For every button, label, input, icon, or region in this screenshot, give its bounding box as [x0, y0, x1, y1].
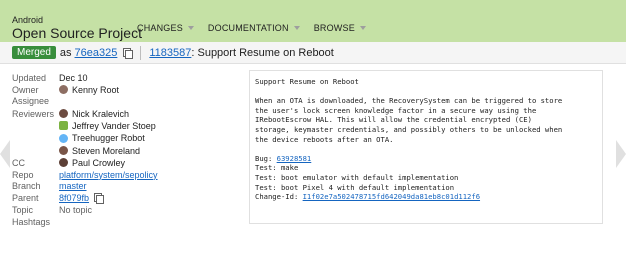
message-body-line: When an OTA is downloaded, the RecoveryS… — [255, 96, 563, 106]
meta-updated: Updated Dec 10 — [12, 72, 158, 84]
meta-owner: Owner Kenny Root — [12, 84, 158, 96]
reviewer-item[interactable]: Jeffrey Vander Stoep — [59, 121, 156, 131]
chevron-down-icon — [187, 26, 194, 30]
change-subheader: Merged as 76ea325 1183587 : Support Resu… — [0, 42, 626, 64]
cc-label: CC — [12, 157, 25, 168]
topic-label: Topic — [12, 205, 34, 216]
nav-browse[interactable]: BROWSE — [314, 23, 366, 33]
test-line: Test: boot emulator with default impleme… — [255, 172, 459, 182]
hashtags-label: Hashtags — [12, 216, 51, 227]
nav-changes[interactable]: CHANGES — [137, 23, 194, 33]
reviewer-row: Treehugger Robot — [12, 132, 158, 144]
updated-label: Updated — [12, 72, 47, 83]
avatar — [59, 109, 68, 119]
avatar — [59, 85, 68, 95]
message-body-line: IRebootEscrow HAL. This will allow the c… — [255, 115, 532, 125]
next-arrow-icon[interactable] — [616, 140, 626, 168]
bug-label: Bug: — [255, 153, 277, 163]
meta-assignee: Assignee — [12, 96, 158, 108]
meta-parent: Parent 8f079fb — [12, 192, 158, 205]
avatar — [59, 133, 68, 143]
test-line: Test: boot Pixel 4 with default implemen… — [255, 182, 455, 192]
message-body-line: storage, keymaster credentials, and poss… — [255, 124, 563, 134]
change-number-link[interactable]: 1183587 — [149, 47, 191, 59]
change-metadata: Updated Dec 10 Owner Kenny Root Assignee… — [12, 72, 158, 228]
change-id-link[interactable]: I1f02e7a502478715fd642049da81eb8c01d112f… — [303, 192, 480, 201]
branch-label: Branch — [12, 181, 41, 192]
reviewer-item[interactable]: Steven Moreland — [59, 146, 140, 156]
repo-link[interactable]: platform/system/sepolicy — [59, 170, 158, 180]
change-id-label: Change-Id: — [255, 192, 303, 202]
repo-label: Repo — [12, 169, 34, 180]
reviewer-item[interactable]: Treehugger Robot — [59, 133, 145, 143]
cc-name: Paul Crowley — [72, 157, 126, 168]
parent-label: Parent — [12, 193, 39, 204]
nav-changes-label: CHANGES — [137, 23, 183, 33]
bug-link[interactable]: 63928581 — [277, 154, 312, 163]
reviewer-name: Treehugger Robot — [72, 133, 145, 144]
meta-hashtags: Hashtags — [12, 216, 158, 228]
commit-link[interactable]: 76ea325 — [75, 47, 118, 59]
avatar — [59, 146, 68, 156]
nav-documentation-label: DOCUMENTATION — [207, 23, 289, 33]
message-body-line: the user's lock screen knowledge factor … — [255, 105, 537, 115]
meta-repo: Repo platform/system/sepolicy — [12, 169, 158, 181]
as-text: as — [59, 46, 72, 59]
meta-cc: CC Paul Crowley — [12, 157, 158, 169]
brand-top-text: Android — [12, 15, 44, 25]
change-title: : Support Resume on Reboot — [191, 46, 334, 59]
reviewer-name: Nick Kralevich — [72, 108, 130, 119]
parent-value: 8f079fb — [59, 193, 105, 205]
chevron-down-icon — [359, 26, 366, 30]
test-line: Test: make — [255, 163, 299, 173]
meta-branch: Branch master — [12, 181, 158, 193]
avatar — [59, 121, 68, 131]
reviewer-name: Steven Moreland — [72, 145, 141, 156]
parent-link[interactable]: 8f079fb — [59, 193, 89, 203]
top-nav: CHANGES DOCUMENTATION BROWSE — [137, 23, 380, 33]
brand-logo[interactable]: Android Open Source Project — [12, 15, 142, 41]
owner-label: Owner — [12, 84, 39, 95]
divider — [140, 45, 142, 60]
reviewer-name: Jeffrey Vander Stoep — [72, 120, 156, 131]
avatar — [59, 158, 68, 168]
reviewers-label: Reviewers — [12, 108, 55, 119]
brand-main-text: Open Source Project — [12, 25, 142, 41]
message-body-line: the device reboots after an OTA. — [255, 134, 394, 144]
copy-icon[interactable] — [94, 193, 105, 205]
prev-arrow-icon[interactable] — [0, 140, 10, 168]
owner-name: Kenny Root — [72, 84, 120, 95]
branch-link[interactable]: master — [59, 181, 87, 191]
meta-topic: Topic No topic — [12, 204, 158, 216]
nav-documentation[interactable]: DOCUMENTATION — [208, 23, 300, 33]
reviewer-item[interactable]: Nick Kralevich — [59, 109, 129, 119]
chevron-down-icon — [293, 26, 300, 30]
reviewer-row: Reviewers Nick Kralevich — [12, 107, 158, 119]
owner-value[interactable]: Kenny Root — [59, 85, 119, 95]
topic-value[interactable]: No topic — [59, 205, 92, 215]
updated-value: Dec 10 — [59, 72, 88, 83]
nav-browse-label: BROWSE — [313, 23, 355, 33]
top-header: Android Open Source Project CHANGES DOCU… — [0, 0, 626, 42]
message-subject: Support Resume on Reboot — [255, 77, 359, 86]
status-badge: Merged — [12, 46, 56, 59]
assignee-label: Assignee — [12, 96, 50, 107]
copy-icon[interactable] — [123, 47, 134, 59]
cc-value[interactable]: Paul Crowley — [59, 158, 125, 168]
commit-message: Support Resume on Reboot When an OTA is … — [249, 70, 603, 224]
reviewer-row: Steven Moreland — [12, 145, 158, 157]
reviewer-row: Jeffrey Vander Stoep — [12, 120, 158, 132]
